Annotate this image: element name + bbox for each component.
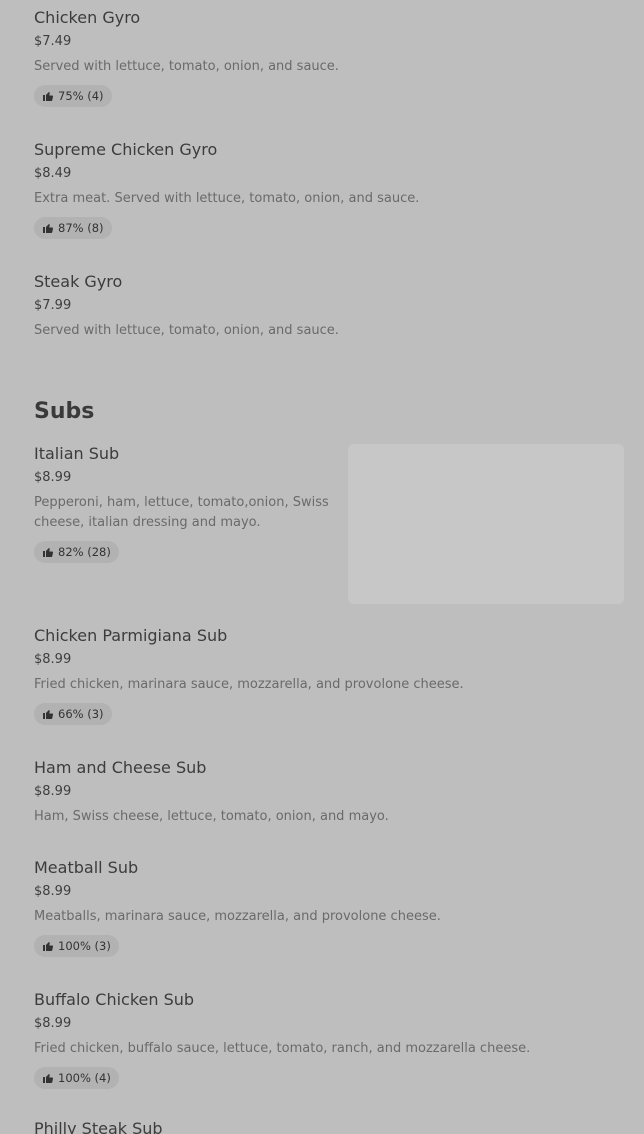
rating-badge: 75% (4) [34, 85, 112, 107]
item-description: Meatballs, marinara sauce, mozzarella, a… [34, 909, 441, 924]
rating-badge: 66% (3) [34, 703, 112, 725]
thumbs-up-icon [43, 224, 54, 233]
item-name: Supreme Chicken Gyro [34, 140, 218, 159]
item-description: Extra meat. Served with lettuce, tomato,… [34, 191, 420, 206]
item-name: Steak Gyro [34, 272, 123, 291]
item-name: Chicken Parmigiana Sub [34, 626, 228, 645]
item-price: $7.99 [34, 298, 72, 313]
rating-text: 100% (4) [58, 1071, 111, 1085]
item-price: $8.99 [34, 784, 72, 799]
item-name: Italian Sub [34, 444, 120, 463]
menu-item-buffalo-chicken-sub[interactable]: Buffalo Chicken Sub $8.99 Fried chicken,… [34, 990, 530, 1089]
thumbs-up-icon [43, 1074, 54, 1083]
thumbs-up-icon [43, 92, 54, 101]
item-price: $8.99 [34, 1016, 72, 1031]
rating-text: 100% (3) [58, 939, 111, 953]
menu-item-ham-and-cheese-sub[interactable]: Ham and Cheese Sub $8.99 Ham, Swiss chee… [34, 758, 389, 827]
item-name: Chicken Gyro [34, 8, 141, 27]
rating-badge: 100% (3) [34, 935, 119, 957]
item-price: $8.99 [34, 652, 72, 667]
menu-item-italian-sub[interactable]: Italian Sub $8.99 Pepperoni, ham, lettuc… [34, 444, 330, 563]
menu-item-meatball-sub[interactable]: Meatball Sub $8.99 Meatballs, marinara s… [34, 858, 441, 957]
item-name: Meatball Sub [34, 858, 139, 877]
item-description: Pepperoni, ham, lettuce, tomato,onion, S… [34, 495, 329, 530]
item-description: Fried chicken, marinara sauce, mozzarell… [34, 677, 464, 692]
item-name: Philly Steak Sub [34, 1119, 163, 1134]
menu-item-philly-steak-sub[interactable]: Philly Steak Sub [34, 1119, 163, 1134]
menu-item-supreme-chicken-gyro[interactable]: Supreme Chicken Gyro $8.49 Extra meat. S… [34, 140, 419, 239]
item-price: $8.99 [34, 884, 72, 899]
item-price: $8.99 [34, 470, 72, 485]
rating-badge: 82% (28) [34, 541, 119, 563]
rating-text: 87% (8) [58, 221, 104, 235]
menu-item-chicken-gyro[interactable]: Chicken Gyro $7.49 Served with lettuce, … [34, 8, 339, 107]
item-description: Fried chicken, buffalo sauce, lettuce, t… [34, 1041, 531, 1056]
menu-item-steak-gyro[interactable]: Steak Gyro $7.99 Served with lettuce, to… [34, 272, 339, 341]
item-description: Ham, Swiss cheese, lettuce, tomato, onio… [34, 809, 389, 824]
item-description: Served with lettuce, tomato, onion, and … [34, 323, 339, 338]
thumbs-up-icon [43, 710, 54, 719]
item-name: Ham and Cheese Sub [34, 758, 207, 777]
rating-badge: 87% (8) [34, 217, 112, 239]
item-description: Served with lettuce, tomato, onion, and … [34, 59, 339, 74]
item-image[interactable] [348, 444, 624, 604]
rating-text: 75% (4) [58, 89, 104, 103]
section-title: Subs [34, 399, 95, 424]
thumbs-up-icon [43, 548, 54, 557]
rating-badge: 100% (4) [34, 1067, 119, 1089]
menu-item-chicken-parmigiana-sub[interactable]: Chicken Parmigiana Sub $8.99 Fried chick… [34, 626, 464, 725]
rating-text: 66% (3) [58, 707, 104, 721]
rating-text: 82% (28) [58, 545, 111, 559]
menu-page: Chicken Gyro $7.49 Served with lettuce, … [0, 0, 644, 1134]
item-name: Buffalo Chicken Sub [34, 990, 195, 1009]
item-price: $8.49 [34, 166, 72, 181]
item-price: $7.49 [34, 34, 72, 49]
thumbs-up-icon [43, 942, 54, 951]
